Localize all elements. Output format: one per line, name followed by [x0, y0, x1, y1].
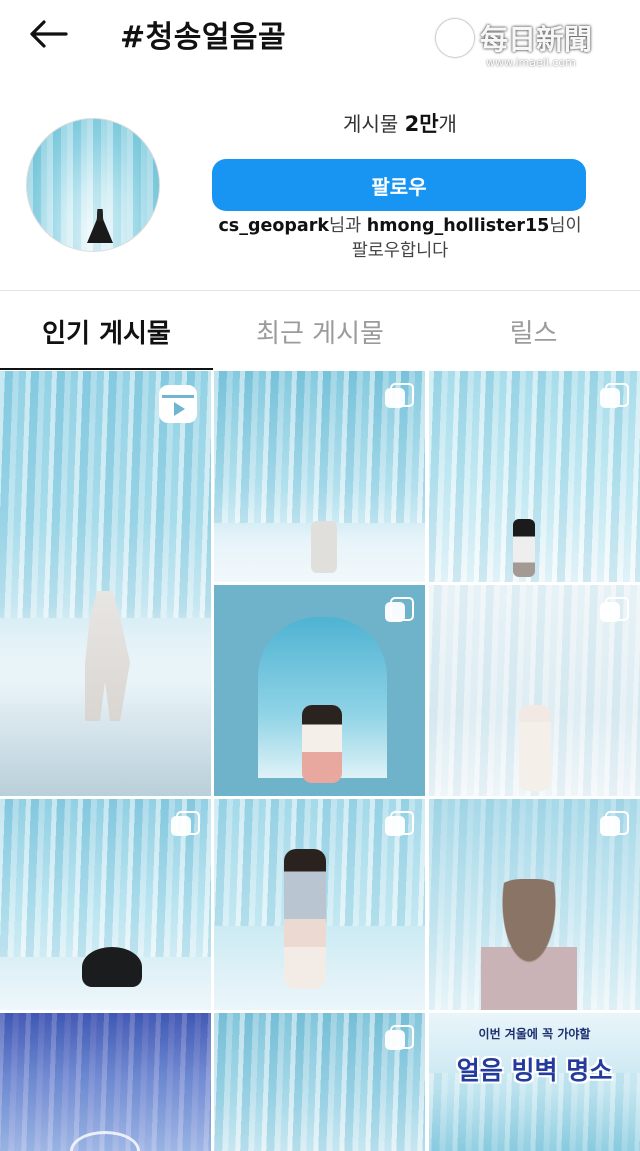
post-tile[interactable] — [214, 371, 425, 582]
tab-reels[interactable]: 릴스 — [427, 292, 640, 370]
tab-bar: 인기 게시물 최근 게시물 릴스 — [0, 292, 640, 370]
hashtag-profile-image — [26, 118, 160, 252]
posts-suffix: 개 — [438, 112, 457, 136]
post-tile[interactable] — [429, 799, 640, 1010]
divider — [0, 290, 640, 291]
post-tile[interactable] — [214, 799, 425, 1010]
reels-icon — [159, 385, 197, 423]
followed-by-text: cs_geopark님과 hmong_hollister15님이 팔로우합니다 — [212, 214, 588, 264]
post-tile[interactable] — [214, 1013, 425, 1151]
follow-button[interactable]: 팔로우 — [212, 159, 586, 211]
tab-top-posts[interactable]: 인기 게시물 — [0, 292, 213, 370]
person-figure — [311, 521, 337, 573]
person-figure — [513, 519, 535, 577]
multiple-photos-icon — [600, 811, 629, 837]
multiple-photos-icon — [385, 811, 414, 837]
promo-title: 얼음 빙벽 명소 — [456, 1056, 613, 1085]
person-figure — [284, 849, 326, 989]
tab-recent-posts[interactable]: 최근 게시물 — [213, 292, 427, 370]
post-count: 게시물 2만개 — [212, 108, 588, 138]
promo-subtitle: 이번 겨울에 꼭 가야할 — [478, 1027, 591, 1041]
follower-user-1[interactable]: cs_geopark — [218, 216, 329, 236]
post-tile[interactable] — [429, 585, 640, 796]
post-tile[interactable] — [0, 799, 211, 1010]
multiple-photos-icon — [600, 383, 629, 409]
posts-count: 2만 — [404, 112, 439, 136]
follower-user-2[interactable]: hmong_hollister15 — [367, 216, 550, 236]
person-figure — [82, 947, 142, 987]
multiple-photos-icon — [385, 383, 414, 409]
multiple-photos-icon — [600, 597, 629, 623]
multiple-photos-icon — [385, 1025, 414, 1051]
more-vertical-icon — [583, 29, 589, 35]
page-title: #청송얼음골 — [120, 20, 287, 55]
more-options-button[interactable] — [572, 12, 600, 52]
arrow-left-icon — [30, 20, 68, 48]
multiple-photos-icon — [385, 597, 414, 623]
post-grid: 이번 겨울에 꼭 가야할 얼음 빙벽 명소 — [0, 371, 640, 1151]
multiple-photos-icon — [171, 811, 200, 837]
person-figure — [481, 879, 577, 1010]
posts-label: 게시물 — [343, 112, 399, 136]
back-button[interactable] — [26, 14, 70, 54]
post-tile-reel[interactable] — [0, 371, 211, 796]
post-tile[interactable] — [214, 585, 425, 796]
person-figure — [519, 705, 551, 791]
person-figure — [302, 705, 342, 783]
post-tile[interactable] — [429, 371, 640, 582]
post-tile[interactable] — [0, 1013, 211, 1151]
post-tile-promo[interactable]: 이번 겨울에 꼭 가야할 얼음 빙벽 명소 — [429, 1013, 640, 1151]
top-bar: #청송얼음골 — [0, 0, 640, 70]
followed-by-connector: 님과 — [329, 216, 367, 236]
